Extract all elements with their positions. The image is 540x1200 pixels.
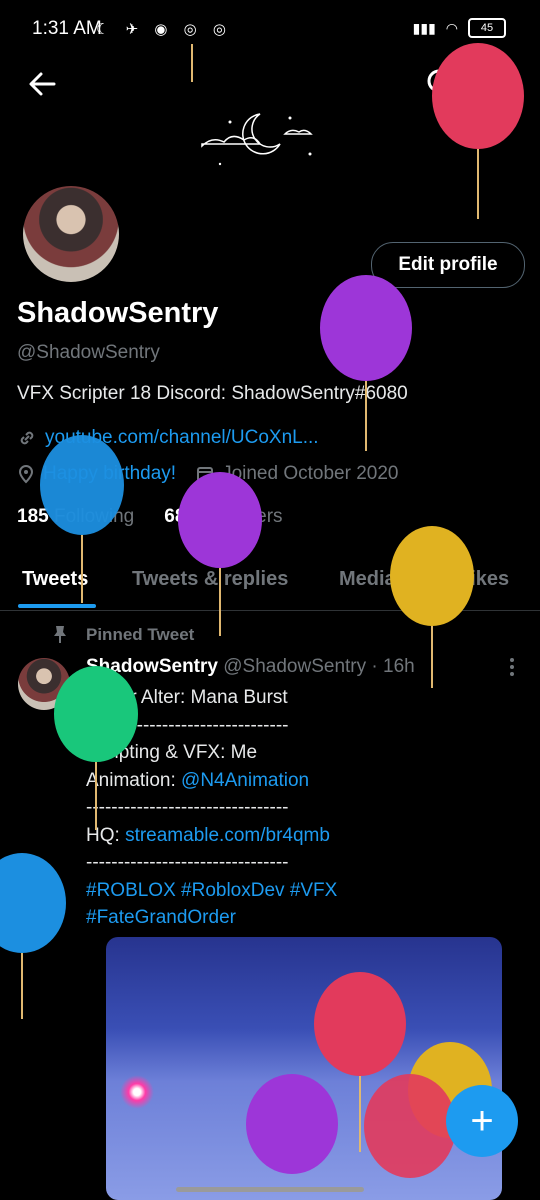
profile-avatar[interactable] (20, 183, 122, 285)
link-icon (20, 431, 34, 445)
tab-media[interactable]: Media (339, 568, 396, 591)
tweet-line: HQ: streamable.com/br4qmb (86, 822, 337, 850)
calendar-icon (197, 467, 214, 482)
vfx-glow (120, 1075, 154, 1109)
birthday-text[interactable]: Happy birthday! (43, 463, 176, 485)
tweet-avatar[interactable] (18, 658, 70, 710)
hashtags[interactable]: #FateGrandOrder (86, 904, 337, 932)
search-icon[interactable] (424, 66, 460, 102)
banner-moon-clouds (201, 113, 313, 166)
home-indicator (176, 1187, 364, 1192)
balloon-blue (0, 853, 66, 1019)
tweet-text: Animation: (86, 769, 182, 791)
profile-link[interactable]: youtube.com/channel/UCoXnL... (45, 427, 319, 449)
active-tab-indicator (18, 604, 96, 608)
following-label: Following (53, 506, 135, 527)
tweet-body: Saber Alter: Mana Burst -----------------… (86, 684, 337, 932)
plus-icon: + (470, 1098, 494, 1143)
edit-profile-button[interactable]: Edit profile (371, 242, 525, 288)
status-right: ▮▮▮ ◠ 45 (413, 18, 506, 38)
tweet-divider: -------------------------------- (86, 852, 289, 873)
location-icon (18, 465, 34, 484)
back-arrow-icon[interactable] (24, 64, 64, 104)
tweet-divider: -------------------------------- (86, 714, 289, 736)
url-link[interactable]: streamable.com/br4qmb (125, 825, 330, 846)
tweet-divider: -------------------------------- (86, 797, 289, 818)
following-count: 185 (17, 506, 49, 527)
tweet-media[interactable] (106, 937, 502, 1200)
tweet-header: ShadowSentry @ShadowSentry · 16h (86, 656, 415, 678)
tweet-author-name[interactable]: ShadowSentry (86, 656, 218, 677)
profile-meta-row: Happy birthday! Joined October 2020 (17, 463, 398, 485)
tweet-text: HQ: (86, 824, 126, 846)
profile-handle: @ShadowSentry (17, 342, 160, 363)
compose-fab[interactable]: + (446, 1085, 518, 1157)
followers-label: Followers (201, 506, 283, 527)
tab-likes[interactable]: Likes (458, 568, 509, 591)
follow-stats: 185 Following 683 Followers (17, 506, 283, 528)
battery-icon: 45 (468, 18, 506, 38)
profile-link-row: youtube.com/channel/UCoXnL... (17, 427, 319, 449)
tweet-line: Saber Alter: Mana Burst (86, 687, 288, 708)
tweet-line: Scripting & VFX: Me (86, 742, 258, 763)
hashtags[interactable]: #ROBLOX #RobloxDev #VFX (86, 877, 337, 905)
joined-date: Joined October 2020 (222, 463, 399, 484)
pin-icon (54, 626, 66, 643)
tweet-author-meta: @ShadowSentry · 16h (223, 656, 415, 677)
tweet-more-icon[interactable] (504, 656, 520, 678)
signal-icon: ▮▮▮ (412, 19, 436, 36)
status-time: 1:31 AM (32, 18, 102, 39)
mention-link[interactable]: @N4Animation (181, 770, 309, 791)
profile-name: ShadowSentry (17, 297, 219, 329)
tweet-line: Animation: @N4Animation (86, 767, 337, 795)
balloon-purple (178, 472, 262, 636)
pinned-tweet-label: Pinned Tweet (86, 625, 195, 644)
tab-tweets[interactable]: Tweets (22, 568, 88, 591)
profile-bio: VFX Scripter 18 Discord: ShadowSentry#60… (17, 383, 408, 404)
notification-icons: ☾ ✈ ◉ ◎ ◎ (96, 21, 232, 38)
followers-stat[interactable]: 683 Followers (164, 506, 282, 528)
wifi-icon: ◠ (445, 19, 458, 36)
following-stat[interactable]: 185 Following (17, 506, 134, 528)
more-vertical-icon[interactable] (490, 66, 514, 102)
balloon-purple (320, 275, 412, 451)
followers-count: 683 (164, 506, 196, 527)
status-bar: 1:31 AM ☾ ✈ ◉ ◎ ◎ ▮▮▮ ◠ 45 (0, 0, 540, 60)
tab-tweets-replies[interactable]: Tweets & replies (132, 568, 288, 591)
